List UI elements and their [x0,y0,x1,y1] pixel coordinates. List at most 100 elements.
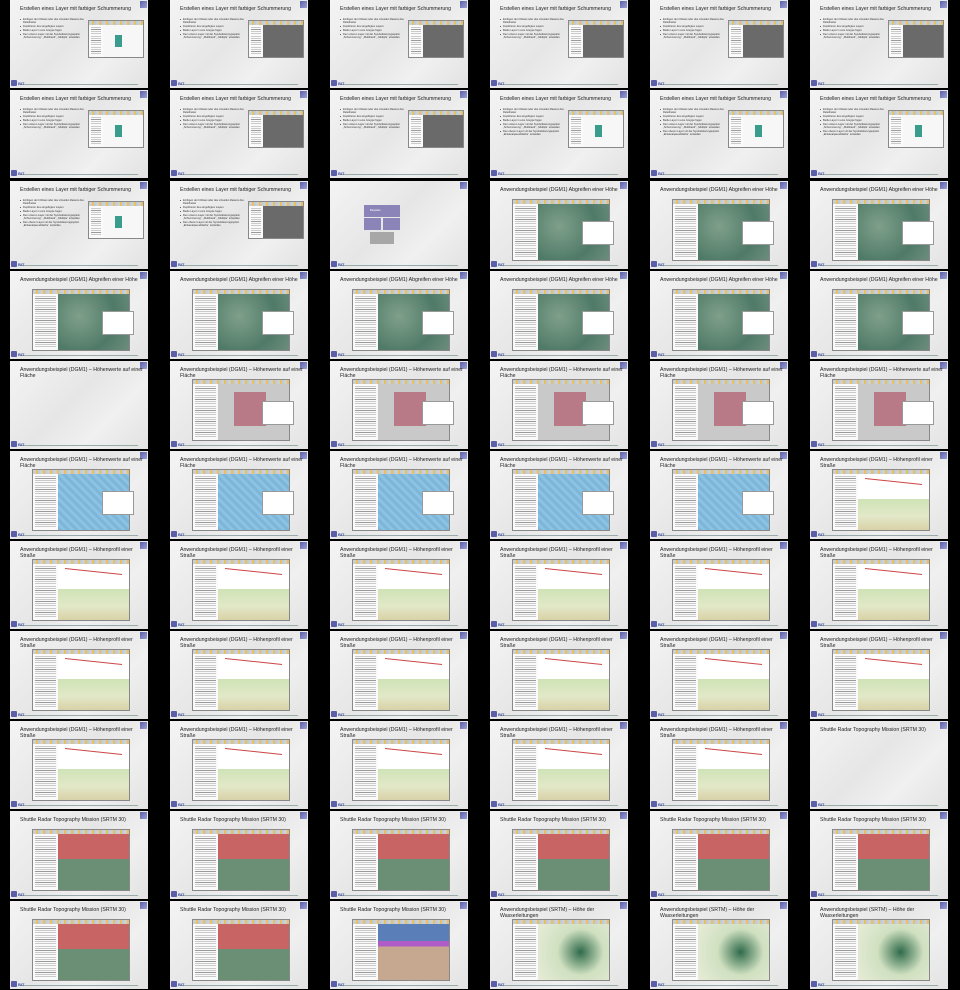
footer-logo: BIT [338,171,345,176]
slide-thumbnail[interactable]: Erstellen eines Layer mit farbiger Schum… [10,90,148,178]
slide-title: Erstellen eines Layer mit farbiger Schum… [660,6,772,12]
slide-thumbnail[interactable]: Erstellen eines Layer mit farbiger Schum… [10,181,148,269]
slide-thumbnail[interactable]: Anwendungsbeispiel (DGM1) – Höhenprofil … [10,631,148,719]
slide-thumbnail[interactable]: Anwendungsbeispiel (DGM1) Abgreifen eine… [170,271,308,359]
slide-thumbnail[interactable]: Anwendungsbeispiel (SRTM) – Höhe der Was… [810,901,948,989]
footer-line [340,805,458,806]
slide-thumbnail[interactable]: Anwendungsbeispiel (DGM1) – Höhenwerte a… [330,451,468,539]
slide-thumbnail[interactable]: Anwendungsbeispiel (DGM1) – Höhenwerte a… [170,451,308,539]
logo-icon [11,261,17,267]
slide-thumbnail[interactable]: Anwendungsbeispiel (DGM1) – Höhenwerte a… [650,451,788,539]
slide-thumbnail[interactable]: Erstellen eines Layer mit farbiger Schum… [170,181,308,269]
slide-thumbnail[interactable]: Anwendungsbeispiel (DGM1) – Höhenwerte a… [330,361,468,449]
logo-icon [811,891,817,897]
slide-title: Shuttle Radar Topography Mission (SRTM 3… [340,817,446,823]
slide-thumbnail[interactable]: Erstellen eines Layer mit farbiger Schum… [170,0,308,88]
slide-thumbnail[interactable]: Anwendungsbeispiel (DGM1) – Höhenprofil … [490,721,628,809]
slide-thumbnail[interactable]: Shuttle Radar Topography Mission (SRTM 3… [490,811,628,899]
slide-thumbnail[interactable]: Shuttle Radar Topography Mission (SRTM 3… [650,811,788,899]
slide-thumbnail[interactable]: Erstellen eines Layer mit farbiger Schum… [330,90,468,178]
slide-thumbnail[interactable]: Anwendungsbeispiel (DGM1) – Höhenprofil … [330,631,468,719]
screenshot-image [32,559,130,621]
slide-thumbnail[interactable]: Erstellen eines Layer mit farbiger Schum… [490,90,628,178]
slide-thumbnail[interactable]: Anwendungsbeispiel (DGM1) – Höhenwerte a… [490,451,628,539]
slide-thumbnail[interactable]: Anwendungsbeispiel (DGM1) – Höhenwerte a… [490,361,628,449]
slide-thumbnail[interactable]: Anwendungsbeispiel (DGM1) – Höhenwerte a… [810,361,948,449]
bullet-item: Den unteren Layer mit der Symbolisierung… [340,123,404,129]
slide-thumbnail[interactable]: Erstellen eines Layer mit farbiger Schum… [650,0,788,88]
slide-thumbnail[interactable]: Anwendungsbeispiel (DGM1) Abgreifen eine… [650,271,788,359]
slide-thumbnail[interactable]: Shuttle Radar Topography Mission (SRTM 3… [10,811,148,899]
slide-thumbnail[interactable]: Erstellen eines Layer mit farbiger Schum… [810,0,948,88]
slide-thumbnail[interactable]: Anwendungsbeispiel (DGM1) Abgreifen eine… [10,271,148,359]
bullet-item: Beide Layer in eine Gruppe fügen [340,29,404,32]
slide-title: Shuttle Radar Topography Mission (SRTM 3… [660,817,766,823]
slide-title: Anwendungsbeispiel (DGM1) – Höhenwerte a… [500,457,623,469]
slide-thumbnail[interactable]: Anwendungsbeispiel (DGM1) – Höhenprofil … [490,541,628,629]
slide-thumbnail[interactable]: Shuttle Radar Topography Mission (SRTM 3… [810,811,948,899]
footer-line [180,265,298,266]
slide-thumbnail[interactable]: Anwendungsbeispiel (SRTM) – Höhe der Was… [650,901,788,989]
slide-thumbnail[interactable]: Anwendungsbeispiel (DGM1) – Höhenwerte a… [650,361,788,449]
slide-thumbnail[interactable]: Anwendungsbeispiel (DGM1) – Höhenprofil … [810,541,948,629]
footer-logo: BIT [818,622,825,627]
slide-thumbnail[interactable]: Erstellen eines Layer mit farbiger Schum… [490,0,628,88]
slide-thumbnail[interactable]: Erstellen eines Layer mit farbiger Schum… [170,90,308,178]
slide-thumbnail[interactable]: Anwendungsbeispiel (DGM1) – Höhenprofil … [650,721,788,809]
slide-thumbnail[interactable]: Shuttle Radar Topography Mission (SRTM 3… [10,901,148,989]
slide-thumbnail[interactable]: Shuttle Radar Topography Mission (SRTM 3… [810,721,948,809]
bullet-item: Beide Layer in eine Gruppe fügen [660,29,724,32]
slide-thumbnail[interactable]: Anwendungsbeispiel (DGM1) – Höhenprofil … [810,451,948,539]
footer-line [20,84,138,85]
slide-thumbnail[interactable]: Anwendungsbeispiel (DGM1) – Höhenwerte a… [10,361,148,449]
slide-thumbnail[interactable]: Anwendungsbeispiel (DGM1) – Höhenwerte a… [170,361,308,449]
slide-thumbnail[interactable]: Anwendungsbeispiel (DGM1) – Höhenprofil … [170,631,308,719]
footer-logo: BIT [498,262,505,267]
slide-thumbnail[interactable]: Erstellen eines Layer mit farbiger Schum… [650,90,788,178]
diagram-label: Beispiele [370,209,381,212]
slide-thumbnail[interactable]: Anwendungsbeispiel (DGM1) Abgreifen eine… [490,181,628,269]
bullet-item: Duplizieren des eingefügten Layers [500,115,564,118]
slide-thumbnail[interactable]: Beispiele BIT [330,181,468,269]
slide-title: Erstellen eines Layer mit farbiger Schum… [20,6,132,12]
slide-thumbnail[interactable]: Anwendungsbeispiel (DGM1) – Höhenprofil … [810,631,948,719]
logo-icon [331,261,337,267]
slide-thumbnail[interactable]: Anwendungsbeispiel (DGM1) – Höhenprofil … [170,541,308,629]
bullet-item: Duplizieren des eingefügten Layers [20,206,84,209]
logo-icon [651,441,657,447]
slide-thumbnail[interactable]: Anwendungsbeispiel (SRTM) – Höhe der Was… [490,901,628,989]
bullet-item: Duplizieren des eingefügten Layers [20,115,84,118]
slide-thumbnail[interactable]: Erstellen eines Layer mit farbiger Schum… [810,90,948,178]
slide-thumbnail[interactable]: Anwendungsbeispiel (DGM1) – Höhenprofil … [330,721,468,809]
slide-thumbnail[interactable]: Anwendungsbeispiel (DGM1) – Höhenwerte a… [10,451,148,539]
footer-logo: BIT [498,622,505,627]
slide-thumbnail[interactable]: Shuttle Radar Topography Mission (SRTM 3… [170,811,308,899]
slide-thumbnail[interactable]: Anwendungsbeispiel (DGM1) – Höhenprofil … [170,721,308,809]
slide-title: Erstellen eines Layer mit farbiger Schum… [180,6,292,12]
slide-thumbnail[interactable]: Erstellen eines Layer mit farbiger Schum… [10,0,148,88]
bullet-item: Den unteren Layer mit der Symbolisierung… [500,123,564,129]
slide-thumbnail[interactable]: Erstellen eines Layer mit farbiger Schum… [330,0,468,88]
footer-logo: BIT [18,712,25,717]
slide-thumbnail[interactable]: Shuttle Radar Topography Mission (SRTM 3… [170,901,308,989]
slide-thumbnail[interactable]: Anwendungsbeispiel (DGM1) Abgreifen eine… [490,271,628,359]
slide-title: Shuttle Radar Topography Mission (SRTM 3… [180,817,286,823]
slide-thumbnail[interactable]: Anwendungsbeispiel (DGM1) Abgreifen eine… [810,271,948,359]
slide-thumbnail[interactable]: Anwendungsbeispiel (DGM1) Abgreifen eine… [650,181,788,269]
slide-title: Anwendungsbeispiel (DGM1) – Höhenprofil … [500,547,613,559]
slide-thumbnail[interactable]: Anwendungsbeispiel (DGM1) – Höhenprofil … [330,541,468,629]
slide-thumbnail[interactable]: Shuttle Radar Topography Mission (SRTM 3… [330,811,468,899]
slide-thumbnail[interactable]: Anwendungsbeispiel (DGM1) Abgreifen eine… [330,271,468,359]
slide-thumbnail[interactable]: Anwendungsbeispiel (DGM1) – Höhenprofil … [490,631,628,719]
footer-line [660,895,778,896]
slide-title: Anwendungsbeispiel (SRTM) – Höhe der Was… [660,907,755,919]
slide-thumbnail[interactable]: Anwendungsbeispiel (DGM1) Abgreifen eine… [810,181,948,269]
footer-line [180,715,298,716]
slide-thumbnail[interactable]: Anwendungsbeispiel (DGM1) – Höhenprofil … [10,721,148,809]
slide-thumbnail[interactable]: Shuttle Radar Topography Mission (SRTM 3… [330,901,468,989]
slide-thumbnail[interactable]: Anwendungsbeispiel (DGM1) – Höhenprofil … [650,631,788,719]
bullet-item: Einfügen der tif-Datei oder des virtuell… [660,108,724,114]
slide-thumbnail[interactable]: Anwendungsbeispiel (DGM1) – Höhenprofil … [650,541,788,629]
slide-thumbnail[interactable]: Anwendungsbeispiel (DGM1) – Höhenprofil … [10,541,148,629]
screenshot-image [408,20,464,58]
